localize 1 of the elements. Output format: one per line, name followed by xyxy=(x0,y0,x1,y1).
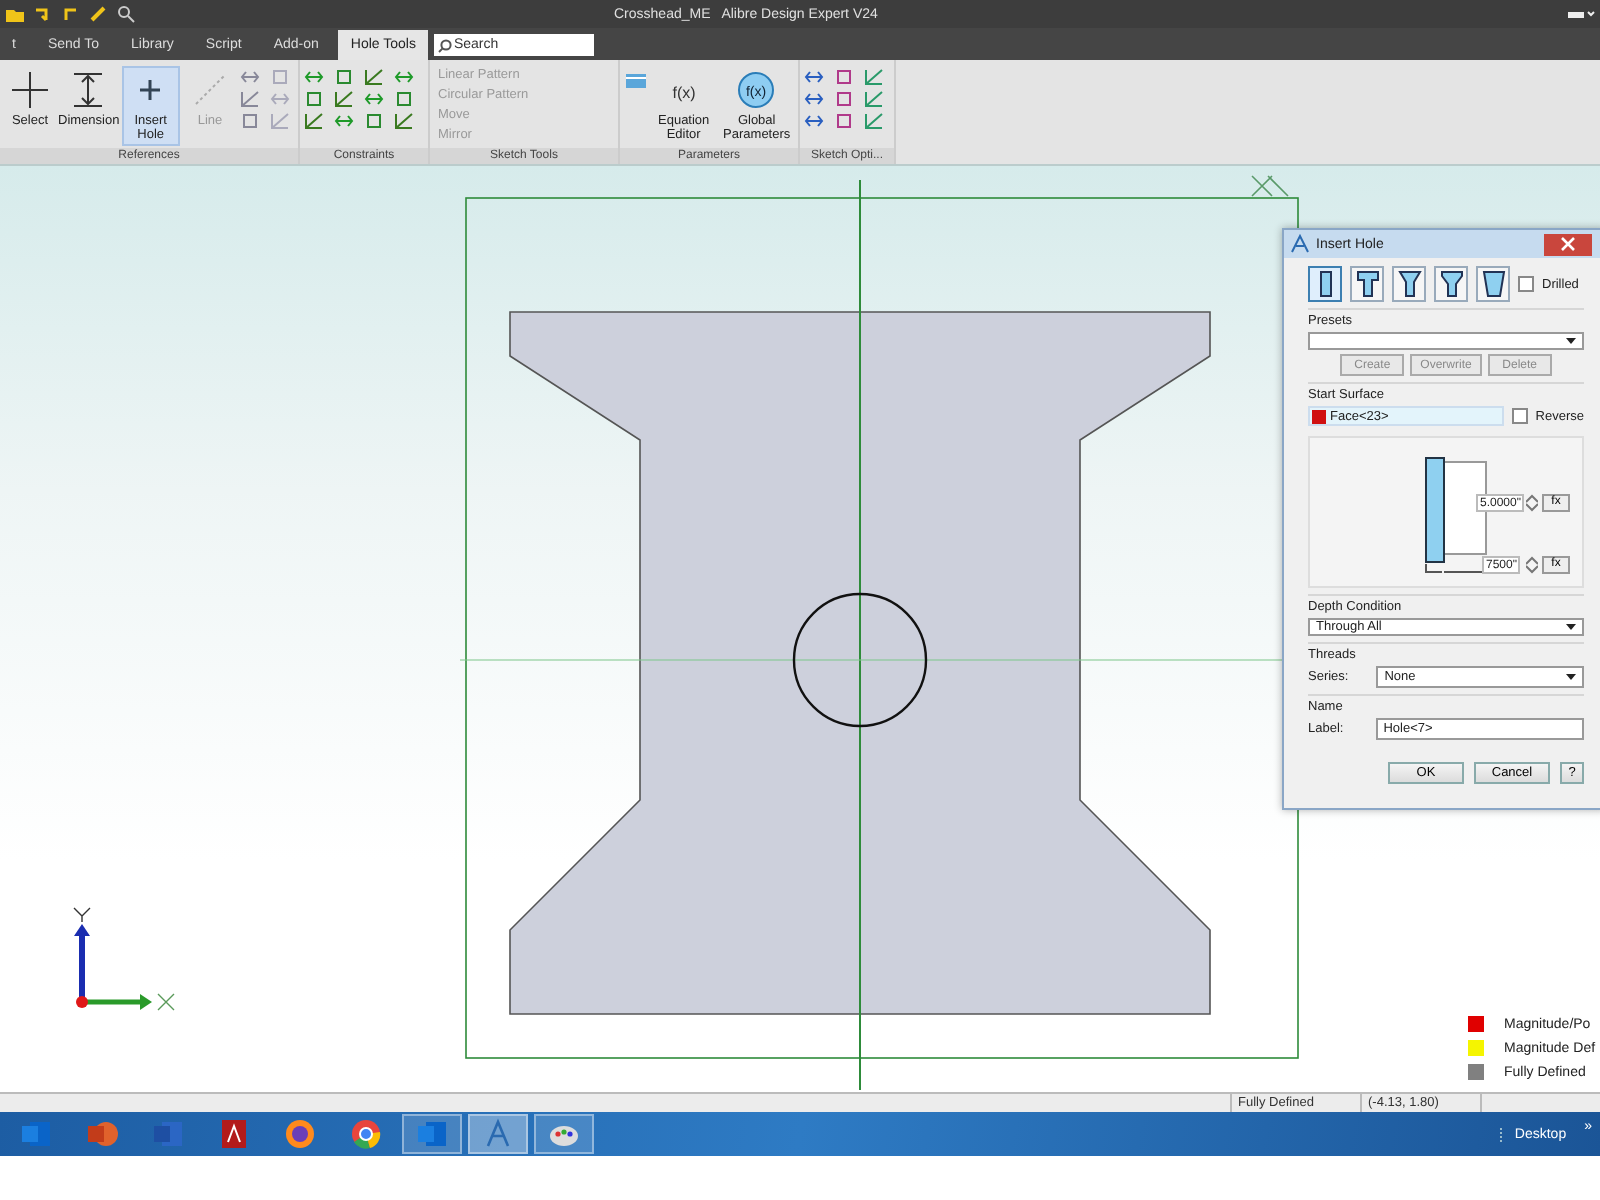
function-icon: f(x) xyxy=(663,70,704,110)
